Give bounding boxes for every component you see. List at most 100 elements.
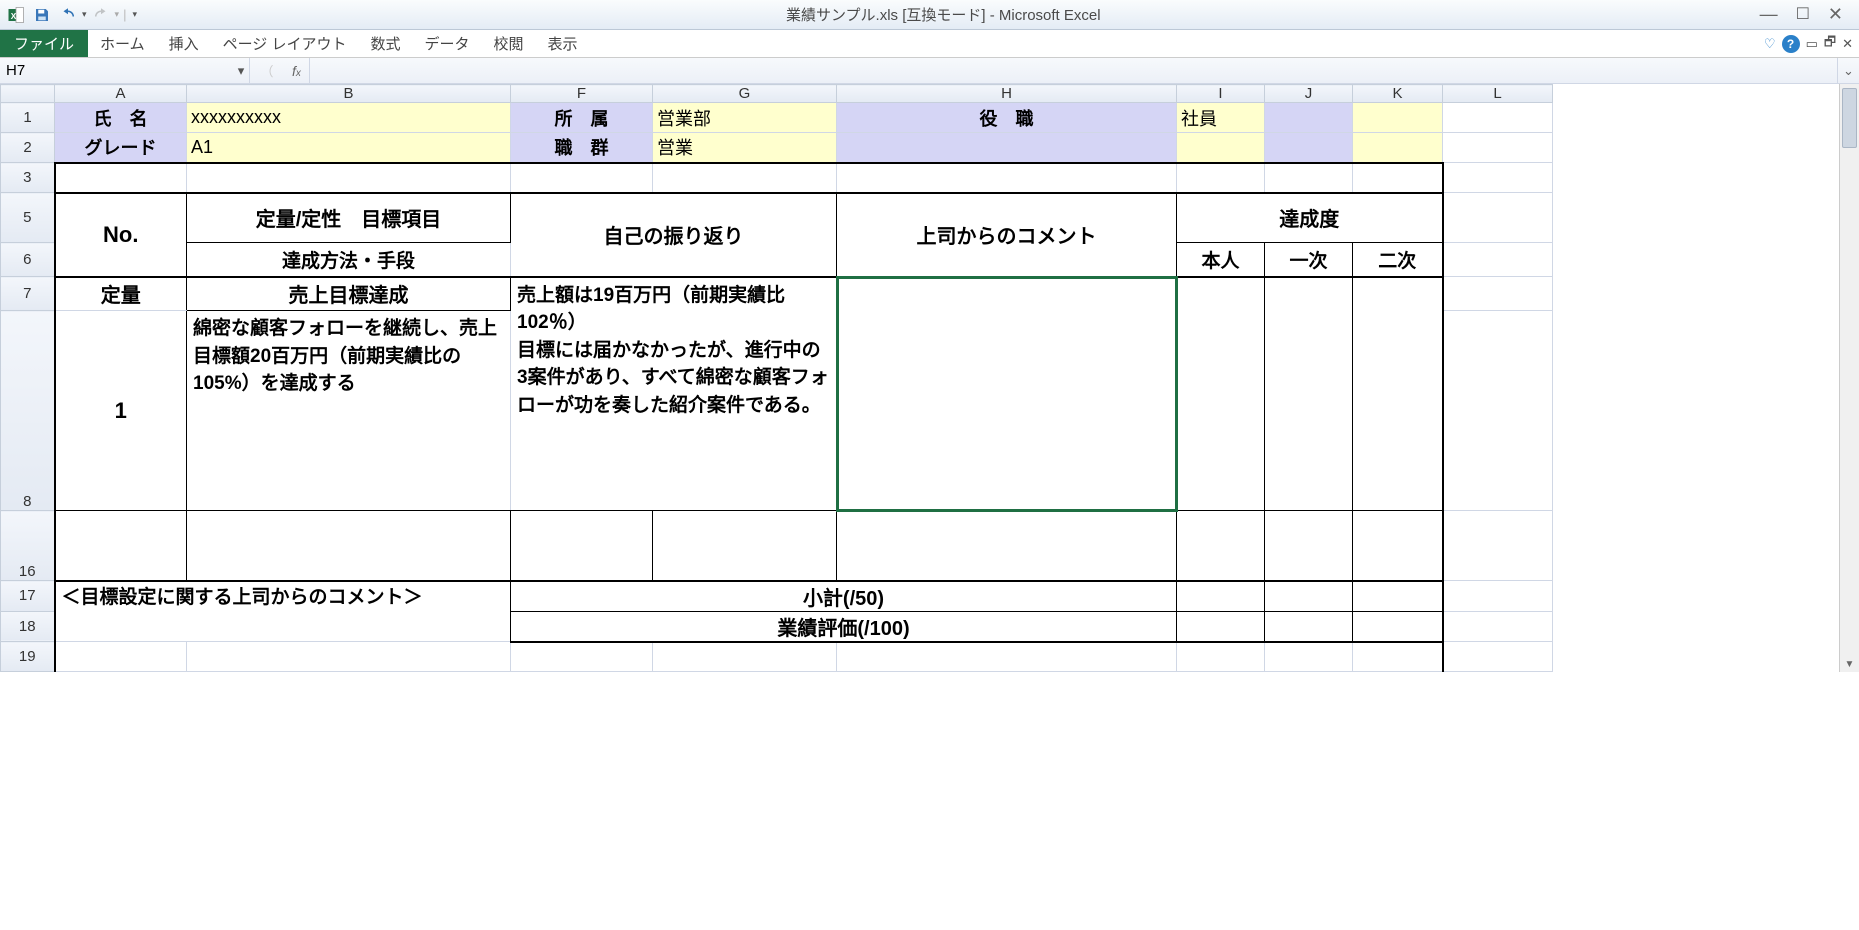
cell[interactable]: [653, 511, 837, 581]
row-header[interactable]: 16: [1, 511, 55, 581]
heart-icon[interactable]: ♡: [1764, 36, 1776, 52]
cell[interactable]: 綿密な顧客フォローを継続し、売上目標額20百万円（前期実績比の105%）を達成す…: [187, 311, 511, 511]
cell[interactable]: [1177, 163, 1265, 193]
cell[interactable]: [1265, 163, 1353, 193]
cell[interactable]: 小計(/50): [511, 581, 1177, 612]
worksheet-grid[interactable]: A B F G H I J K L 1 氏 名 xxxxxxxxxx 所 属 営…: [0, 84, 1553, 672]
cell[interactable]: [1443, 243, 1553, 277]
cell[interactable]: [1443, 277, 1553, 311]
cell[interactable]: [1353, 103, 1443, 133]
row-header[interactable]: 7: [1, 277, 55, 311]
cell[interactable]: [653, 163, 837, 193]
cell[interactable]: 達成方法・手段: [187, 243, 511, 277]
cell[interactable]: [511, 163, 653, 193]
cell[interactable]: [1353, 277, 1443, 511]
cell[interactable]: [187, 642, 511, 672]
cell[interactable]: ＜目標設定に関する上司からのコメント＞: [55, 581, 511, 642]
redo-dropdown-icon[interactable]: ▾: [115, 9, 120, 20]
cell[interactable]: 役 職: [837, 103, 1177, 133]
cell[interactable]: 営業部: [653, 103, 837, 133]
cell[interactable]: 自己の振り返り: [511, 193, 837, 277]
name-box[interactable]: H7 ▾: [0, 58, 250, 83]
cell[interactable]: [1353, 642, 1443, 672]
col-header[interactable]: J: [1265, 85, 1353, 103]
tab-review[interactable]: 校閲: [482, 30, 536, 57]
cell[interactable]: 上司からのコメント: [837, 193, 1177, 277]
cell[interactable]: [1177, 581, 1265, 612]
help-icon[interactable]: ?: [1782, 35, 1800, 53]
cell[interactable]: [511, 642, 653, 672]
cell[interactable]: [837, 642, 1177, 672]
scroll-thumb[interactable]: [1842, 88, 1857, 148]
cell[interactable]: [1443, 611, 1553, 642]
cell[interactable]: [1443, 311, 1553, 511]
scroll-down-icon[interactable]: ▼: [1840, 659, 1859, 670]
cell[interactable]: [1353, 581, 1443, 612]
col-header[interactable]: I: [1177, 85, 1265, 103]
active-cell[interactable]: [837, 277, 1177, 511]
row-header[interactable]: 17: [1, 581, 55, 612]
cell[interactable]: [1353, 611, 1443, 642]
cell[interactable]: [1177, 277, 1265, 511]
ribbon-close-icon[interactable]: ✕: [1842, 36, 1853, 52]
cell[interactable]: [187, 511, 511, 581]
cell[interactable]: xxxxxxxxxx: [187, 103, 511, 133]
cell[interactable]: 売上額は19百万円（前期実績比 102％） 目標には届かなかったが、進行中の3案…: [511, 277, 837, 511]
cell[interactable]: [1265, 103, 1353, 133]
close-icon[interactable]: ✕: [1828, 4, 1843, 25]
cell[interactable]: [1265, 581, 1353, 612]
row-header[interactable]: 3: [1, 163, 55, 193]
cell[interactable]: 一次: [1265, 243, 1353, 277]
cell[interactable]: [1265, 511, 1353, 581]
cell[interactable]: 達成度: [1177, 193, 1443, 243]
cell[interactable]: [1177, 642, 1265, 672]
col-header[interactable]: G: [653, 85, 837, 103]
vertical-scrollbar[interactable]: ▲ ▼: [1839, 84, 1859, 672]
cell[interactable]: 職 群: [511, 133, 653, 163]
cell[interactable]: [1353, 511, 1443, 581]
formula-expand-icon[interactable]: ⌄: [1837, 58, 1859, 83]
row-header[interactable]: 19: [1, 642, 55, 672]
col-header[interactable]: L: [1443, 85, 1553, 103]
excel-app-icon[interactable]: X: [4, 4, 28, 26]
cell[interactable]: [1177, 611, 1265, 642]
cell[interactable]: [1265, 277, 1353, 511]
cell[interactable]: [1443, 642, 1553, 672]
cell[interactable]: [1443, 511, 1553, 581]
ribbon-restore-icon[interactable]: 🗗: [1824, 33, 1836, 55]
cell[interactable]: 営業: [653, 133, 837, 163]
row-header[interactable]: 1: [1, 103, 55, 133]
ribbon-minimize-icon[interactable]: ▭: [1806, 36, 1818, 52]
cell[interactable]: [1443, 163, 1553, 193]
qat-customize-icon[interactable]: ▾: [130, 9, 139, 20]
col-header[interactable]: K: [1353, 85, 1443, 103]
cell[interactable]: [1177, 511, 1265, 581]
row-header[interactable]: 5: [1, 193, 55, 243]
cell[interactable]: [1443, 133, 1553, 163]
cell[interactable]: [1353, 133, 1443, 163]
row-header[interactable]: 6: [1, 243, 55, 277]
select-all-corner[interactable]: [1, 85, 55, 103]
cell[interactable]: [55, 511, 187, 581]
cell[interactable]: グレード: [55, 133, 187, 163]
row-header[interactable]: 18: [1, 611, 55, 642]
col-header[interactable]: H: [837, 85, 1177, 103]
cell[interactable]: [1353, 163, 1443, 193]
cell[interactable]: 1: [55, 311, 187, 511]
tab-home[interactable]: ホーム: [88, 30, 157, 57]
redo-icon[interactable]: [89, 4, 113, 26]
cell[interactable]: [1443, 193, 1553, 243]
name-box-value[interactable]: H7: [0, 62, 233, 79]
cell[interactable]: No.: [55, 193, 187, 277]
cell[interactable]: [55, 642, 187, 672]
row-header[interactable]: 8: [1, 311, 55, 511]
cell[interactable]: 定量/定性 目標項目: [187, 193, 511, 243]
cell[interactable]: A1: [187, 133, 511, 163]
file-tab[interactable]: ファイル: [0, 30, 88, 57]
cell[interactable]: [1443, 103, 1553, 133]
minimize-icon[interactable]: —: [1760, 4, 1778, 25]
cell[interactable]: [837, 163, 1177, 193]
tab-insert[interactable]: 挿入: [157, 30, 211, 57]
cell[interactable]: [187, 163, 511, 193]
cell[interactable]: 売上目標達成: [187, 277, 511, 311]
